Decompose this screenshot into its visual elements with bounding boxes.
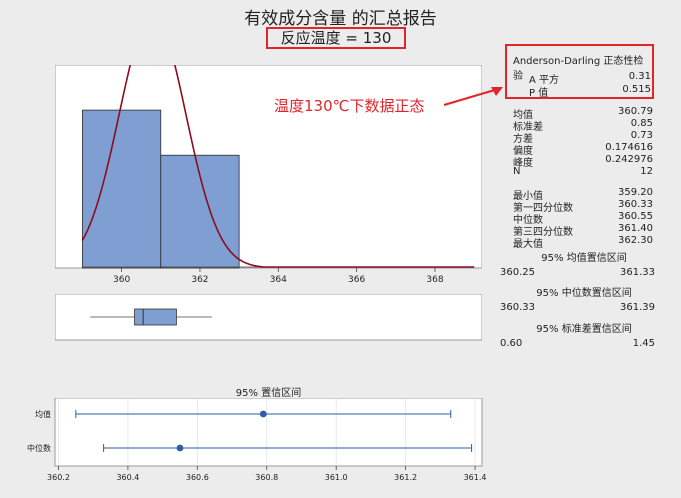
stat-value: 0.174616	[605, 142, 653, 153]
stat-value: 12	[640, 166, 653, 177]
stat-value: 0.85	[630, 118, 653, 129]
ad-row-p: P 值 0.515	[529, 84, 651, 99]
histogram-tick-label: 364	[270, 275, 287, 285]
ci-mean-row: 360.25 361.33	[500, 267, 655, 279]
stats-panel: 均值 360.79 标准差 0.85 方差 0.73 偏度 0.174616 峰度 0.2…	[500, 103, 655, 383]
ci-panel	[54, 398, 483, 467]
ci-category-label: 均值	[35, 409, 51, 419]
stat-value: 361.40	[618, 223, 653, 234]
histogram-bar-0	[82, 109, 162, 269]
stat-row-q1: 第一四分位数 360.33	[513, 199, 653, 214]
stat-row-mean: 均值 360.79	[513, 106, 653, 121]
stat-value: 0.515	[622, 84, 651, 95]
ci-mean-title: 95% 均值置信区间	[541, 253, 627, 264]
ci-tick-label: 360.2	[47, 473, 70, 482]
ci-low: 360.33	[500, 302, 535, 313]
stat-value: 362.30	[618, 235, 653, 246]
ci-tick-label: 360.8	[255, 473, 278, 482]
stat-value: 360.55	[618, 211, 653, 222]
boxplot-chart	[55, 294, 482, 341]
stat-row-skewness: 偏度 0.174616	[513, 142, 653, 157]
ad-row-a2: A 平方 0.31	[529, 71, 651, 86]
histogram-tick-label: 362	[191, 275, 208, 285]
ci-estimate-point	[259, 410, 267, 418]
ci-chart-title: 95% 置信区间	[235, 388, 302, 399]
stat-row-n: N 12	[513, 166, 653, 178]
ci-median-title: 95% 中位数置信区间	[536, 288, 632, 299]
stat-label: N	[513, 166, 521, 177]
stat-value: 360.33	[618, 199, 653, 210]
stat-row-max: 最大值 362.30	[513, 235, 653, 250]
stat-value: 0.31	[628, 71, 651, 82]
subtitle: 反应温度 = 130	[280, 29, 392, 47]
ci-chart: 均值中位数 360.2 360.4 360.6 360.8 361.0 361.2 361.…	[27, 398, 487, 482]
ci-tick-label: 361.0	[325, 473, 348, 482]
ci-tick-label: 360.6	[186, 473, 209, 482]
histogram-tick-label: 360	[113, 275, 130, 285]
ci-sd-row: 0.60 1.45	[500, 338, 655, 350]
stat-row-q3: 第三四分位数 361.40	[513, 223, 653, 238]
stat-row-variance: 方差 0.73	[513, 130, 653, 145]
histogram-bar-1	[160, 154, 240, 269]
normality-test-box: Anderson-Darling 正态性检验 A 平方 0.31 P 值 0.5…	[505, 44, 654, 99]
ci-tick-label: 360.4	[116, 473, 139, 482]
ci-low: 360.25	[500, 267, 535, 278]
ci-high: 361.39	[620, 302, 655, 313]
stat-label: P 值	[529, 88, 549, 99]
histogram-tick-label: 368	[426, 275, 443, 285]
ci-sd-title: 95% 标准差置信区间	[536, 324, 632, 335]
histogram-tick-label: 366	[348, 275, 365, 285]
stat-value: 359.20	[618, 187, 653, 198]
stat-row-kurtosis: 峰度 0.242976	[513, 154, 653, 169]
ci-category-label: 中位数	[27, 443, 51, 453]
normality-annotation: 温度130℃下数据正态	[274, 97, 425, 115]
ci-high: 1.45	[632, 338, 655, 349]
stat-value: 360.79	[618, 106, 653, 117]
ci-low: 0.60	[500, 338, 523, 349]
annotation-arrow	[443, 87, 503, 107]
page-title: 有效成分含量 的汇总报告	[244, 9, 437, 29]
report-canvas: 有效成分含量 的汇总报告 反应温度 = 130 360 362 364 366 368 …	[0, 0, 681, 498]
stat-value: 0.73	[630, 130, 653, 141]
stat-row-min: 最小值 359.20	[513, 187, 653, 202]
ci-estimate-point	[176, 444, 184, 452]
subtitle-highlight: 反应温度 = 130	[266, 27, 406, 49]
ci-tick-label: 361.2	[394, 473, 417, 482]
boxplot-box	[134, 308, 177, 326]
ci-median-row: 360.33 361.39	[500, 302, 655, 314]
stat-row-sd: 标准差 0.85	[513, 118, 653, 133]
stat-value: 0.242976	[605, 154, 653, 165]
ci-tick-label: 361.4	[464, 473, 487, 482]
ci-high: 361.33	[620, 267, 655, 278]
stat-row-median: 中位数 360.55	[513, 211, 653, 226]
stat-label: 最大值	[513, 239, 543, 250]
